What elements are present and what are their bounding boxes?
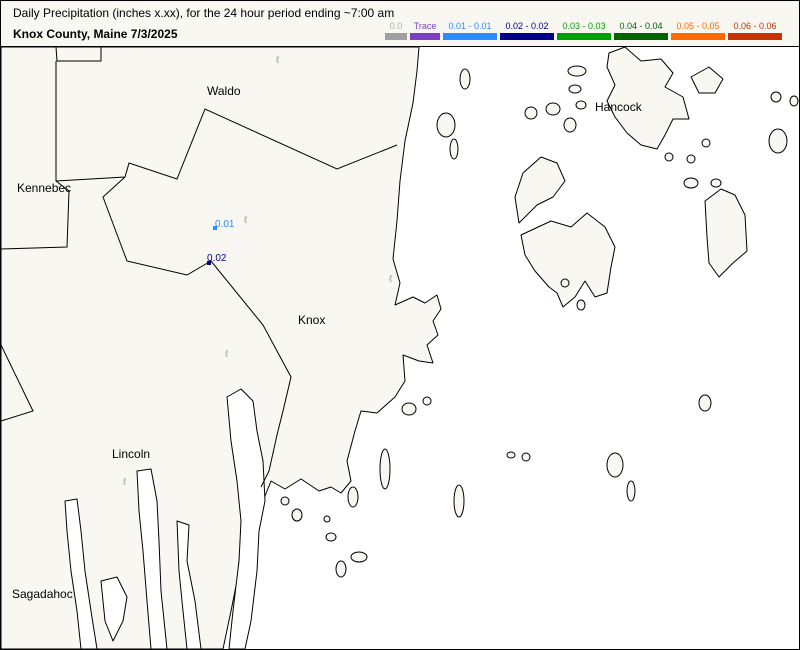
island xyxy=(770,91,782,103)
station-value: 0.01 xyxy=(215,219,235,230)
island xyxy=(323,515,331,523)
legend-swatch xyxy=(500,33,554,40)
island xyxy=(626,480,636,502)
station-report-s2[interactable]: 0.02 xyxy=(207,253,227,265)
legend-label: 0.03 - 0.03 xyxy=(562,21,606,31)
legend-item-004: 0.04 - 0.04 xyxy=(614,21,668,43)
legend-label: 0.01 - 0.01 xyxy=(448,21,492,31)
island xyxy=(576,299,586,311)
island xyxy=(422,396,432,406)
island xyxy=(768,128,788,154)
county-label-hancock: Hancock xyxy=(595,100,643,114)
island xyxy=(459,68,471,90)
legend-label: 0.0 xyxy=(389,21,403,31)
county-map: Waldo Kennebec Hancock Knox Lincoln Saga… xyxy=(1,47,799,649)
island xyxy=(291,508,303,522)
map-frame: Daily Precipitation (inches x.xx), for t… xyxy=(0,0,800,650)
county-label-lincoln: Lincoln xyxy=(112,447,150,461)
island xyxy=(436,112,456,138)
legend-swatch xyxy=(614,33,668,40)
station-value: 0.02 xyxy=(207,253,227,264)
legend-item-trace: Trace xyxy=(410,21,440,43)
island xyxy=(710,178,722,188)
island xyxy=(545,102,561,116)
island xyxy=(683,177,699,189)
legend-item-001: 0.01 - 0.01 xyxy=(443,21,497,43)
legend-item-003: 0.03 - 0.03 xyxy=(557,21,611,43)
island xyxy=(401,402,417,416)
legend-label: Trace xyxy=(413,21,437,31)
legend-item-006: 0.06 - 0.06 xyxy=(728,21,782,43)
island xyxy=(664,152,674,162)
island xyxy=(453,484,465,518)
island xyxy=(280,496,290,506)
station-report-s1[interactable]: 0.01 xyxy=(213,219,235,230)
island xyxy=(325,532,337,542)
map-title: Daily Precipitation (inches x.xx), for t… xyxy=(13,6,395,20)
legend-item-zero: 0.0 xyxy=(385,21,407,43)
legend-label: 0.02 - 0.02 xyxy=(505,21,549,31)
island xyxy=(506,451,516,459)
legend-swatch xyxy=(557,33,611,40)
map-subtitle: Knox County, Maine 7/3/2025 xyxy=(13,27,178,41)
island xyxy=(524,106,538,120)
legend-swatch xyxy=(443,33,497,40)
legend-label: 0.04 - 0.04 xyxy=(619,21,663,31)
county-label-waldo: Waldo xyxy=(207,84,241,98)
island xyxy=(379,448,391,490)
legend-item-005: 0.05 - 0.05 xyxy=(671,21,725,43)
island xyxy=(575,100,587,110)
county-label-knox: Knox xyxy=(298,313,325,327)
island xyxy=(560,278,570,288)
island xyxy=(347,486,359,508)
legend-swatch xyxy=(410,33,440,40)
island xyxy=(606,452,624,478)
legend-swatch xyxy=(728,33,782,40)
island xyxy=(701,138,711,148)
island xyxy=(789,95,799,107)
legend-swatch xyxy=(671,33,725,40)
island xyxy=(686,154,696,164)
county-label-sagadahoc: Sagadahoc xyxy=(12,587,73,601)
header: Daily Precipitation (inches x.xx), for t… xyxy=(1,1,799,47)
island xyxy=(568,84,582,94)
island xyxy=(350,551,368,563)
island xyxy=(698,394,712,412)
legend-label: 0.05 - 0.05 xyxy=(676,21,720,31)
island xyxy=(449,138,459,160)
island xyxy=(521,452,531,462)
legend-swatch xyxy=(385,33,407,40)
county-label-kennebec: Kennebec xyxy=(17,181,71,195)
legend-label: 0.06 - 0.06 xyxy=(733,21,777,31)
island xyxy=(567,65,587,77)
island xyxy=(563,117,577,133)
island xyxy=(335,560,347,578)
legend-item-002: 0.02 - 0.02 xyxy=(500,21,554,43)
